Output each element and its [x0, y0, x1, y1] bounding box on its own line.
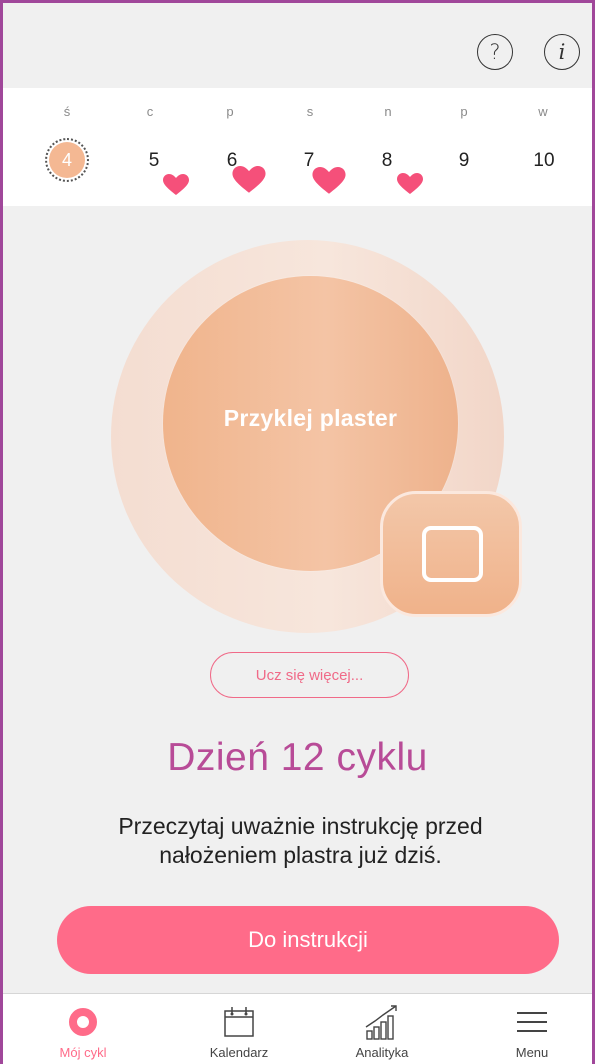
- analytics-chart-icon: [362, 1002, 402, 1042]
- info-icon[interactable]: i: [544, 34, 580, 70]
- nav-label: Mój cykl: [59, 1045, 107, 1060]
- circle-label: Przyklej plaster: [223, 405, 398, 431]
- patch-icon: [380, 491, 522, 617]
- nav-item-calendar[interactable]: Kalendarz: [179, 994, 299, 1064]
- description-line-1: Przeczytaj uważnie instrukcję przed: [118, 813, 483, 839]
- heart-icon: [312, 167, 346, 195]
- day-name-3: s: [306, 104, 314, 119]
- help-icon[interactable]: ?: [477, 34, 513, 70]
- top-bar: ? i: [3, 3, 592, 88]
- day-number-9[interactable]: 9: [444, 150, 484, 172]
- nav-item-menu[interactable]: Menu: [472, 994, 592, 1064]
- instructions-button[interactable]: Do instrukcji: [57, 906, 559, 974]
- nav-label: Kalendarz: [209, 1045, 269, 1060]
- heart-icon: [163, 174, 189, 196]
- heart-icon: [397, 173, 423, 195]
- cycle-day-title: Dzień 12 cyklu: [167, 736, 428, 779]
- nav-item-analytics[interactable]: Analityka: [322, 994, 442, 1064]
- hamburger-menu-icon: [512, 1002, 552, 1042]
- heart-icon: [232, 166, 266, 194]
- day-number-5[interactable]: 5: [134, 150, 174, 172]
- today-day-button[interactable]: 4: [45, 138, 89, 182]
- calendar-icon: [219, 1002, 259, 1042]
- app-frame: ? i ś c p s n p w 4 5 6 7 8 9 10 Przykle…: [0, 0, 595, 1064]
- help-icon-glyph: ?: [489, 40, 501, 64]
- day-name-1: c: [146, 104, 154, 119]
- day-name-2: p: [226, 104, 234, 119]
- info-icon-glyph: i: [558, 40, 566, 64]
- bottom-nav: Mój cykl Kalendarz Analityka Menu: [3, 993, 592, 1064]
- day-name-6: w: [538, 104, 548, 119]
- main-content: Przyklej plaster Ucz się więcej... Dzień…: [3, 206, 592, 993]
- patch-square-icon: [422, 526, 483, 582]
- nav-label: Menu: [515, 1045, 549, 1060]
- day-name-5: p: [460, 104, 468, 119]
- description-line-2: nałożeniem plastra już dziś.: [159, 842, 442, 868]
- nav-label: Analityka: [355, 1045, 409, 1060]
- day-number-10[interactable]: 10: [524, 150, 564, 172]
- learn-more-button[interactable]: Ucz się więcej...: [210, 652, 409, 698]
- today-day-number: 4: [49, 142, 85, 178]
- nav-item-my-cycle[interactable]: Mój cykl: [23, 994, 143, 1064]
- week-strip: ś c p s n p w 4 5 6 7 8 9 10: [3, 88, 592, 206]
- description: Przeczytaj uważnie instrukcję przed nało…: [43, 812, 558, 870]
- day-name-4: n: [384, 104, 392, 119]
- cycle-ring-icon: [63, 1002, 103, 1042]
- day-name-0: ś: [63, 104, 71, 119]
- day-number-8[interactable]: 8: [367, 150, 407, 172]
